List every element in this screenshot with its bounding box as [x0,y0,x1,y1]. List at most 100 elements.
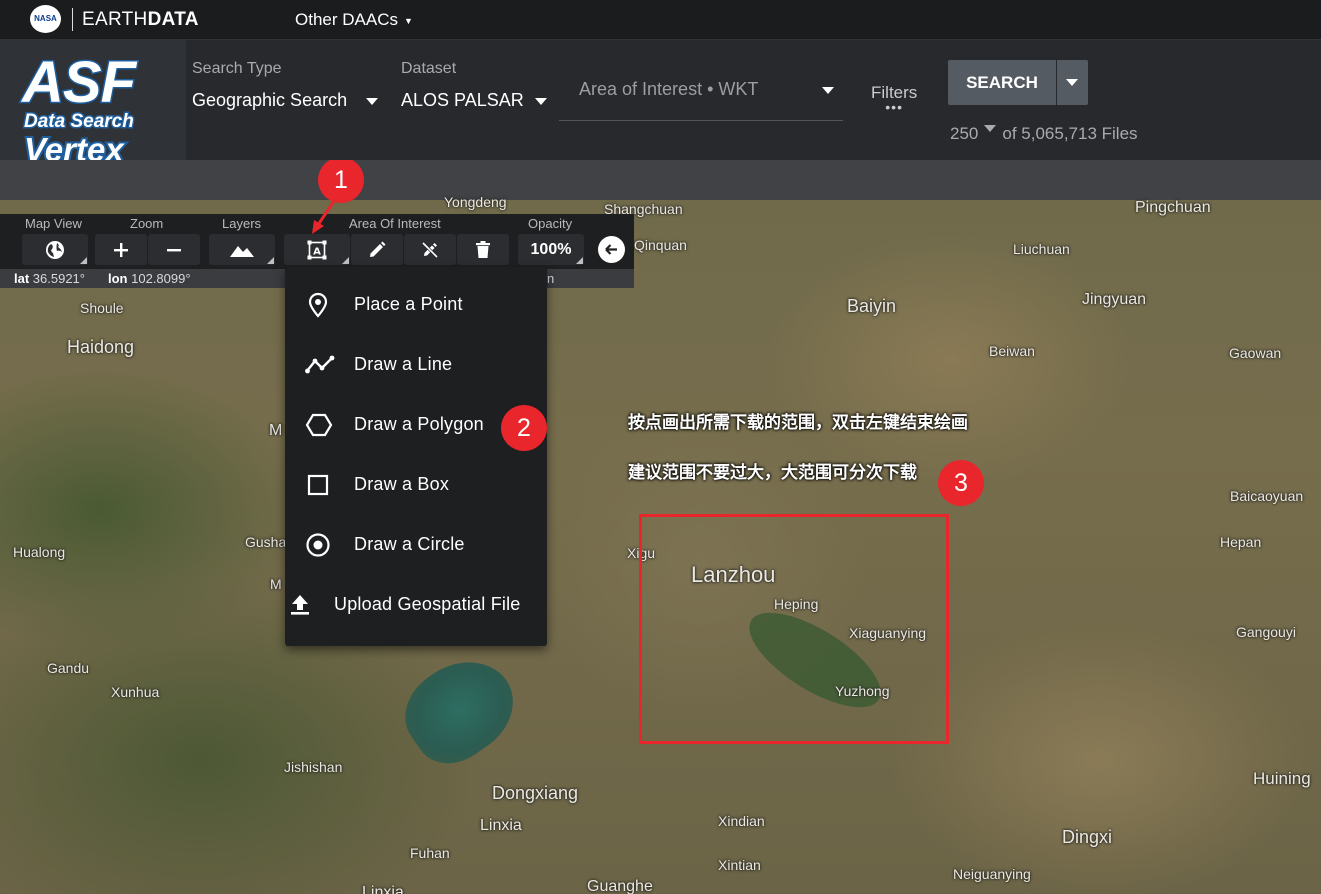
pencil-icon [370,241,386,257]
svg-text:A: A [313,246,321,257]
more-dots-icon: ••• [885,99,903,115]
place-label: Shoule [80,300,124,316]
place-label: Jishishan [284,759,343,775]
place-label: Pingchuan [1135,199,1211,216]
annotation-badge-3: 3 [938,460,984,506]
place-label: Beiwan [989,343,1035,359]
menu-item-label: Place a Point [354,294,463,314]
draw-off-icon [421,241,439,258]
aoi-draw-menu: Place a Point Draw a Line Draw a Polygon… [285,267,547,646]
upload-icon [291,595,309,615]
place-label: M [269,422,283,439]
place-label: Dongxiang [492,783,579,803]
map-view-button[interactable] [22,234,88,265]
annotation-arrow [312,197,338,234]
dataset-value: ALOS PALSAR [401,90,524,110]
search-type-value: Geographic Search [192,90,348,110]
asf-header: ASF Data Search Vertex Search Type Geogr… [0,40,1321,198]
opacity-label: Opacity [528,216,573,231]
earthdata-brand-light: EARTH [82,9,148,30]
place-label: Xunhua [111,684,160,700]
square-icon [307,474,329,496]
earthdata-bar: NASA EARTHDATA Other DAACs ▼ [0,0,1321,40]
place-label: Jingyuan [1082,291,1147,308]
dropdown-arrow-icon[interactable] [984,125,997,133]
polyline-icon [305,355,335,374]
place-label: Hualong [13,544,66,560]
other-daacs-menu[interactable]: Other DAACs ▼ [295,10,413,30]
annotation-instruction-2: 建议范围不要过大，大范围可分次下载 [628,463,917,482]
dropdown-arrow-icon[interactable] [822,87,834,94]
earthdata-brand-bold: DATA [147,9,199,30]
search-type-select[interactable]: Geographic Search [192,90,379,111]
search-type-label: Search Type [192,60,282,77]
place-label: Huining [1253,769,1311,788]
place-label: Neiguanying [953,866,1031,882]
place-label: Gaowan [1229,345,1282,361]
menu-item-draw-line[interactable]: Draw a Line [285,335,547,395]
clear-drawing-button[interactable] [404,234,456,265]
annotation-badge-2: 2 [501,405,547,451]
place-label: Liuchuan [1013,241,1070,257]
place-label: Haidong [67,337,135,357]
menu-item-label: Draw a Circle [354,534,465,554]
delete-aoi-button[interactable] [457,234,509,265]
zoom-in-button[interactable] [95,234,147,265]
zoom-out-button[interactable] [148,234,200,265]
place-label: Linxia [480,817,522,834]
menu-item-draw-circle[interactable]: Draw a Circle [285,515,547,575]
layers-button[interactable] [209,234,275,265]
collapse-toolbar-button[interactable] [598,236,625,263]
submenu-indicator [342,257,349,264]
menu-item-draw-box[interactable]: Draw a Box [285,455,547,515]
menu-item-label: Draw a Box [354,474,450,494]
dataset-select[interactable]: ALOS PALSAR [401,90,547,111]
place-label: Guanghe [587,878,653,894]
place-label: Gangouyi [1236,624,1296,640]
trash-icon [476,240,490,258]
submenu-indicator [80,257,87,264]
search-button[interactable]: SEARCH [948,60,1056,105]
filters-button[interactable]: Filters ••• [871,83,917,115]
place-label: Xindian [718,813,765,829]
earthdata-brand[interactable]: EARTHDATA [82,9,199,31]
max-results-select[interactable]: 250 [950,124,978,143]
brand-divider [72,8,73,31]
place-label: Gusha [245,534,287,550]
search-options-button[interactable] [1057,60,1088,105]
submenu-indicator [576,257,583,264]
map-view-label: Map View [25,216,82,231]
annotation-area-rectangle [639,514,949,744]
zoom-label: Zoom [130,216,164,231]
place-label: Hepan [1220,534,1262,550]
lon-label: lon [108,271,128,286]
opacity-button[interactable]: 100% [518,234,584,265]
place-label: Dingxi [1062,827,1113,847]
partial-text: n [547,271,555,286]
asf-logo: ASF Data Search Vertex [21,52,162,169]
menu-item-place-point[interactable]: Place a Point [285,275,547,335]
arrow-left-icon [605,244,617,255]
edit-aoi-button[interactable] [351,234,403,265]
globe-icon [46,240,64,259]
minus-icon [167,248,181,251]
dataset-label: Dataset [401,60,457,77]
results-suffix: of 5,065,713 Files [1002,124,1138,143]
hexagon-icon [305,413,333,437]
lon-value: 102.8099° [131,271,191,286]
menu-item-upload-file[interactable]: Upload Geospatial File [285,575,547,635]
place-label: Yongdeng [444,194,507,210]
nasa-logo[interactable]: NASA [30,5,61,33]
place-label: Linxia [362,884,404,894]
draw-area-icon: A [307,240,327,259]
place-label: Baiyin [847,296,897,316]
circle-dot-icon [306,533,330,557]
other-daacs-label: Other DAACs [295,10,398,29]
aoi-wkt-input[interactable]: Area of Interest • WKT [559,64,843,121]
menu-item-label: Draw a Polygon [354,414,484,434]
aoi-toolbar-label: Area Of Interest [349,216,441,231]
map-view[interactable]: Yongdeng Shangchuan Pingchuan Qinquan Li… [0,160,1321,894]
lake-feature [389,641,531,779]
dropdown-arrow-icon [534,97,547,105]
menu-item-label: Upload Geospatial File [334,594,521,614]
